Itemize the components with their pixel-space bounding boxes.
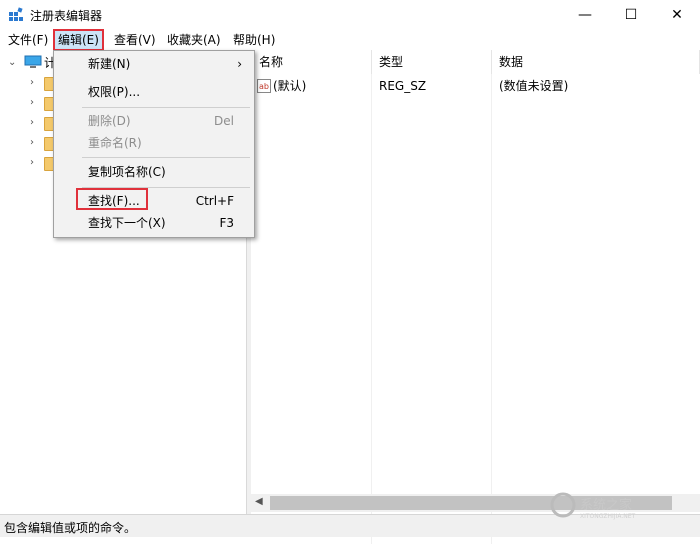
regedit-icon	[9, 7, 23, 21]
column-header-name[interactable]: 名称	[251, 50, 372, 74]
table-row[interactable]: ab (默认) REG_SZ (数值未设置)	[251, 75, 700, 97]
svg-text:XITONGZHIJIA.NET: XITONGZHIJIA.NET	[580, 513, 636, 520]
chevron-right-icon: ›	[237, 57, 242, 71]
menu-file[interactable]: 文件(F)	[4, 30, 52, 50]
chevron-right-icon[interactable]: ›	[30, 96, 40, 110]
menu-item-permissions[interactable]: 权限(P)...	[54, 81, 254, 103]
values-list[interactable]: 名称 类型 数据 ab (默认) REG_SZ (数值未设置)	[251, 50, 700, 544]
column-header-type[interactable]: 类型	[371, 50, 492, 74]
menu-separator	[82, 157, 250, 158]
window-title: 注册表编辑器	[30, 9, 103, 23]
chevron-right-icon[interactable]: ›	[30, 116, 40, 130]
value-data: (数值未设置)	[499, 79, 569, 93]
watermark-logo: 系统之家 XITONGZHIJIA.NET	[550, 492, 636, 520]
svg-text:系统之家: 系统之家	[580, 497, 632, 513]
maximize-button[interactable]: ☐	[608, 0, 654, 30]
close-button[interactable]: ✕	[654, 0, 700, 30]
chevron-right-icon[interactable]: ›	[30, 76, 40, 90]
menu-item-rename[interactable]: 重命名(R)	[54, 132, 254, 154]
value-type: REG_SZ	[379, 79, 427, 93]
maximize-icon: ☐	[624, 7, 638, 23]
status-text: 包含编辑值或项的命令。	[4, 521, 137, 535]
scroll-left-icon[interactable]: ◀	[255, 496, 263, 507]
chevron-down-icon[interactable]: ⌄	[8, 56, 18, 70]
string-value-icon: ab	[257, 79, 271, 93]
column-divider	[371, 74, 372, 544]
chevron-right-icon[interactable]: ›	[30, 136, 40, 150]
menu-view[interactable]: 查看(V)	[110, 30, 160, 50]
column-header-data[interactable]: 数据	[491, 50, 700, 74]
title-bar: 注册表编辑器 — ☐ ✕	[0, 0, 700, 30]
menu-item-new[interactable]: 新建(N) ›	[54, 53, 254, 75]
menu-favorites[interactable]: 收藏夹(A)	[163, 30, 225, 50]
menu-item-delete[interactable]: 删除(D) Del	[54, 110, 254, 132]
menu-bar: 文件(F) 编辑(E) 查看(V) 收藏夹(A) 帮助(H)	[0, 29, 700, 51]
menu-help[interactable]: 帮助(H)	[229, 30, 279, 50]
close-icon: ✕	[671, 7, 683, 23]
find-highlight-box	[76, 188, 148, 210]
value-name: (默认)	[273, 79, 307, 93]
minimize-button[interactable]: —	[562, 0, 608, 30]
minimize-icon: —	[578, 7, 592, 23]
computer-icon	[24, 55, 42, 68]
menu-item-copy-key-name[interactable]: 复制项名称(C)	[54, 161, 254, 183]
chevron-right-icon[interactable]: ›	[30, 156, 40, 170]
column-divider	[491, 74, 492, 544]
menu-item-find-next[interactable]: 查找下一个(X) F3	[54, 212, 254, 234]
svg-text:ab: ab	[259, 82, 269, 91]
menu-edit[interactable]: 编辑(E)	[53, 29, 104, 51]
menu-separator	[82, 107, 250, 108]
